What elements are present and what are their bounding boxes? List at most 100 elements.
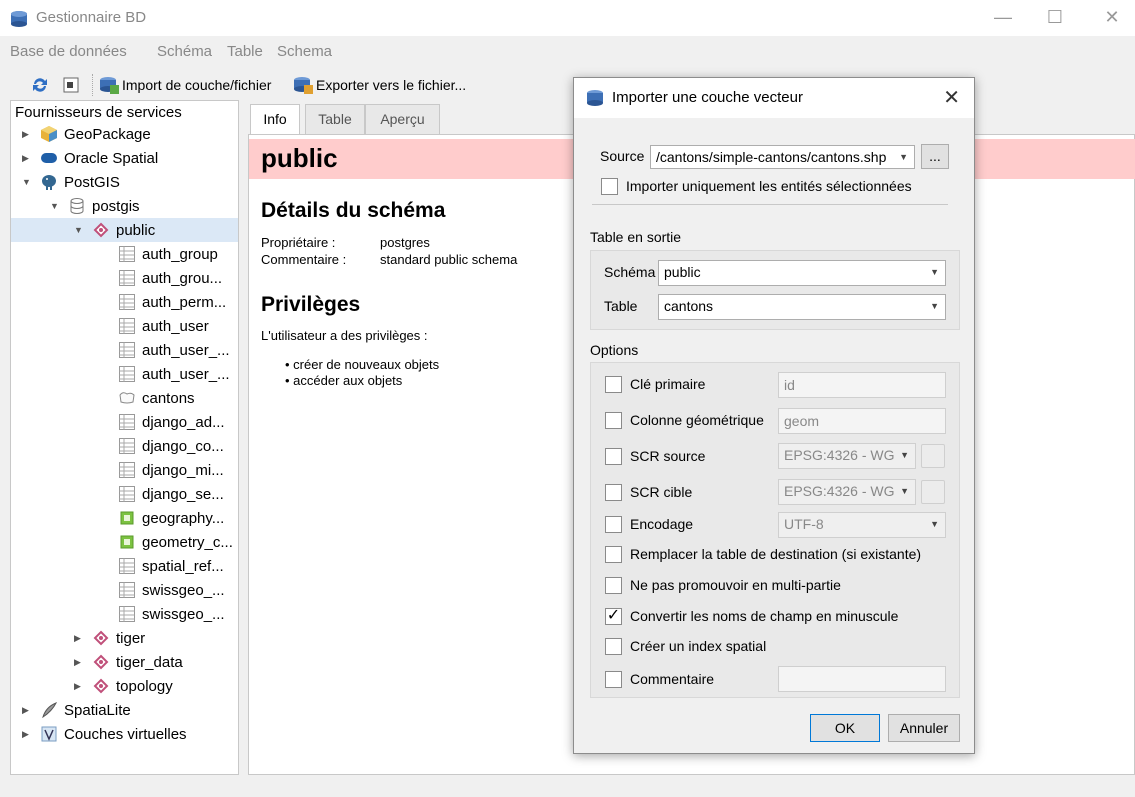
- collapse-arrow-icon[interactable]: ▶: [74, 681, 84, 692]
- owner-label: Propriétaire :: [261, 235, 336, 250]
- replace-table-checkbox[interactable]: [605, 546, 622, 563]
- tree-item-label: django_ad...: [142, 413, 225, 431]
- source-combo[interactable]: /cantons/simple-cantons/cantons.shp ▼: [650, 145, 915, 169]
- tree-item-geometry-c[interactable]: geometry_c...: [118, 530, 233, 554]
- lowercase-fields-checkbox[interactable]: ✓: [605, 608, 622, 625]
- schema-icon: [92, 677, 110, 695]
- tab-preview[interactable]: Aperçu: [365, 104, 440, 134]
- ok-button[interactable]: OK: [810, 714, 880, 742]
- crs-selector-globe-icon[interactable]: [921, 480, 945, 504]
- expand-arrow-icon[interactable]: ▼: [74, 225, 84, 235]
- collapse-arrow-icon[interactable]: ▶: [22, 729, 32, 740]
- tree-item-auth-user[interactable]: auth_user_...: [118, 362, 230, 386]
- expand-arrow-icon[interactable]: ▼: [50, 201, 60, 211]
- primary-key-checkbox[interactable]: [605, 376, 622, 393]
- spatial-index-checkbox[interactable]: [605, 638, 622, 655]
- sql-window-button[interactable]: [62, 74, 82, 96]
- tree-item-couches-virtuelles[interactable]: ▶ Couches virtuelles: [22, 722, 187, 746]
- dialog-close-button[interactable]: ✕: [943, 85, 960, 110]
- expand-arrow-icon[interactable]: ▼: [22, 177, 32, 187]
- table-icon: [118, 581, 136, 599]
- geometry-column-field[interactable]: geom: [778, 408, 946, 434]
- table-icon: [118, 605, 136, 623]
- table-icon: [118, 461, 136, 479]
- tree-item-postgis[interactable]: ▼ postgis: [50, 194, 140, 218]
- table-icon: [118, 557, 136, 575]
- schema-combo[interactable]: public ▼: [658, 260, 946, 286]
- tree-item-label: cantons: [142, 389, 195, 407]
- comment-option-label: Commentaire: [630, 671, 715, 687]
- privileges-intro: L'utilisateur a des privilèges :: [261, 328, 428, 343]
- tree-item-django-ad[interactable]: django_ad...: [118, 410, 225, 434]
- crs-selector-globe-icon[interactable]: [921, 444, 945, 468]
- tree-item-django-se[interactable]: django_se...: [118, 482, 224, 506]
- tree-item-spatial-ref[interactable]: spatial_ref...: [118, 554, 224, 578]
- target-crs-combo[interactable]: EPSG:4326 - WG ▼: [778, 479, 916, 505]
- primary-key-field[interactable]: id: [778, 372, 946, 398]
- tree-item-swissgeo[interactable]: swissgeo_...: [118, 602, 225, 626]
- tree-item-label: PostGIS: [64, 173, 120, 191]
- tree-item-label: geometry_c...: [142, 533, 233, 551]
- comment-checkbox[interactable]: [605, 671, 622, 688]
- no-multipart-checkbox[interactable]: [605, 577, 622, 594]
- comment-field[interactable]: [778, 666, 946, 692]
- collapse-arrow-icon[interactable]: ▶: [74, 633, 84, 644]
- tree-item-django-co[interactable]: django_co...: [118, 434, 224, 458]
- cancel-button[interactable]: Annuler: [888, 714, 960, 742]
- tree-item-auth-user[interactable]: auth_user: [118, 314, 209, 338]
- export-db-icon: [294, 77, 313, 94]
- tree-item-public[interactable]: ▼ public: [11, 218, 238, 242]
- tree-item-oracle-spatial[interactable]: ▶ Oracle Spatial: [22, 146, 158, 170]
- import-layer-button[interactable]: Import de couche/fichier: [98, 74, 271, 96]
- refresh-button[interactable]: [30, 74, 52, 96]
- collapse-arrow-icon[interactable]: ▶: [22, 153, 32, 164]
- geopackage-icon: [40, 125, 58, 143]
- encoding-combo[interactable]: UTF-8 ▼: [778, 512, 946, 538]
- export-file-button[interactable]: Exporter vers le fichier...: [292, 74, 466, 96]
- tree-item-cantons[interactable]: cantons: [118, 386, 195, 410]
- table-combo[interactable]: cantons ▼: [658, 294, 946, 320]
- menu-bar: Base de données Schéma Table Schema: [0, 38, 1135, 66]
- close-window-button[interactable]: ✕: [1090, 2, 1134, 32]
- source-crs-combo[interactable]: EPSG:4326 - WG ▼: [778, 443, 916, 469]
- tree-item-label: Oracle Spatial: [64, 149, 159, 167]
- source-crs-checkbox[interactable]: [605, 448, 622, 465]
- tree-item-topology[interactable]: ▶ topology: [74, 674, 173, 698]
- selected-only-checkbox[interactable]: [601, 178, 618, 195]
- tree-item-auth-perm[interactable]: auth_perm...: [118, 290, 226, 314]
- menu-schema-2[interactable]: Schema: [277, 43, 332, 60]
- geometry-column-checkbox[interactable]: [605, 412, 622, 429]
- menu-database[interactable]: Base de données: [10, 43, 127, 60]
- menu-schema[interactable]: Schéma: [157, 43, 212, 60]
- privilege-item: • accéder aux objets: [285, 373, 403, 388]
- view-icon: [118, 533, 136, 551]
- tree-item-geography[interactable]: geography...: [118, 506, 224, 530]
- tree-item-label: tiger_data: [116, 653, 183, 671]
- tree-item-django-mi[interactable]: django_mi...: [118, 458, 224, 482]
- collapse-arrow-icon[interactable]: ▶: [22, 129, 32, 140]
- tree-item-postgis[interactable]: ▼ PostGIS: [22, 170, 120, 194]
- tree-item-auth-group[interactable]: auth_group: [118, 242, 218, 266]
- tree-item-tiger-data[interactable]: ▶ tiger_data: [74, 650, 183, 674]
- status-bar: [0, 776, 1135, 797]
- tab-info[interactable]: Info: [250, 104, 300, 135]
- browse-button[interactable]: ...: [921, 144, 949, 169]
- tree-item-auth-grou[interactable]: auth_grou...: [118, 266, 222, 290]
- title-bar: Gestionnaire BD — ☐ ✕: [0, 0, 1135, 36]
- maximize-button[interactable]: ☐: [1033, 2, 1077, 32]
- minimize-button[interactable]: —: [981, 2, 1025, 32]
- encoding-checkbox[interactable]: [605, 516, 622, 533]
- table-icon: [118, 413, 136, 431]
- output-group-label: Table en sortie: [590, 229, 682, 245]
- tab-table[interactable]: Table: [305, 104, 365, 134]
- tree-item-swissgeo[interactable]: swissgeo_...: [118, 578, 225, 602]
- tree-item-auth-user[interactable]: auth_user_...: [118, 338, 230, 362]
- tree-item-tiger[interactable]: ▶ tiger: [74, 626, 145, 650]
- target-crs-checkbox[interactable]: [605, 484, 622, 501]
- tree-item-geopackage[interactable]: ▶ GeoPackage: [22, 122, 151, 146]
- menu-table[interactable]: Table: [227, 43, 263, 60]
- collapse-arrow-icon[interactable]: ▶: [74, 657, 84, 668]
- tree-item-spatialite[interactable]: ▶ SpatiaLite: [22, 698, 131, 722]
- tree-item-label: auth_grou...: [142, 269, 223, 287]
- collapse-arrow-icon[interactable]: ▶: [22, 705, 32, 716]
